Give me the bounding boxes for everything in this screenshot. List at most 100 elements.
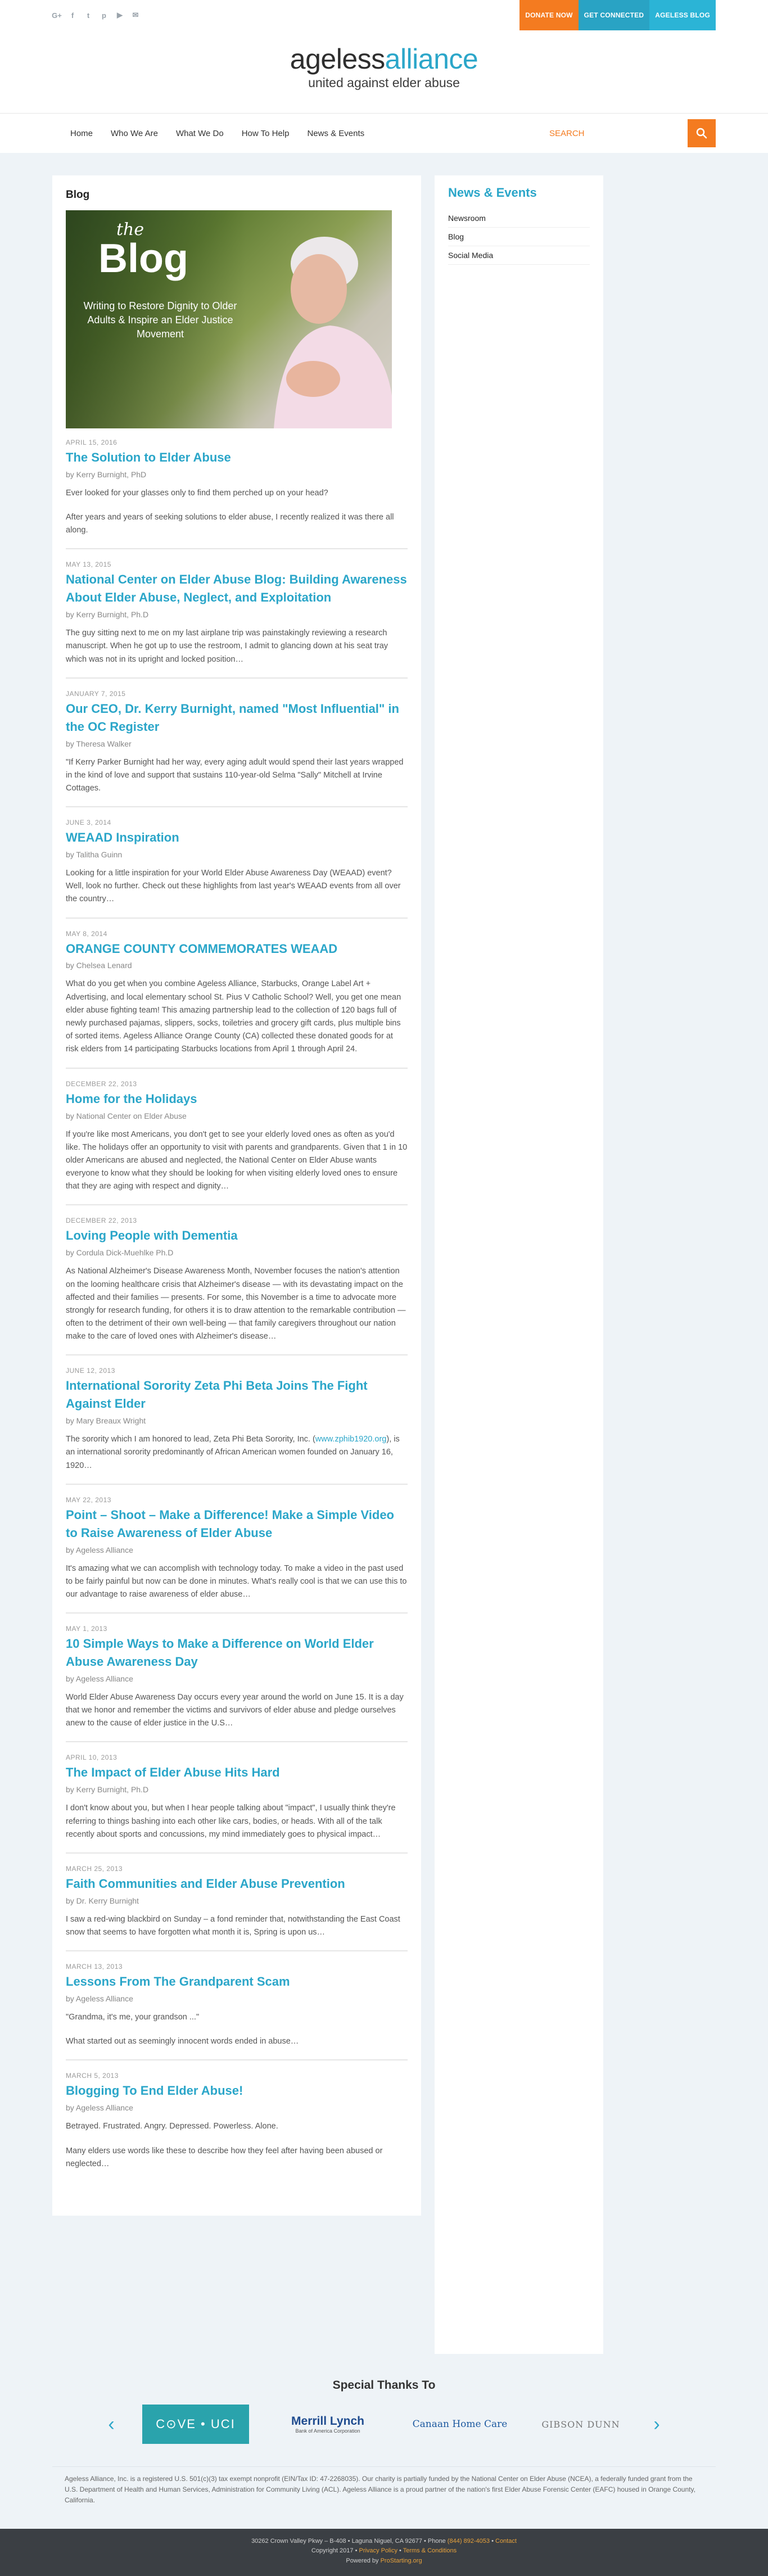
search-input[interactable] [541, 119, 688, 147]
pinterest-icon[interactable]: p [100, 11, 109, 20]
youtube-icon[interactable]: ▶ [115, 11, 124, 20]
sponsor-merrill-sub: Bank of America Corporation [295, 2428, 360, 2434]
post-excerpt: If you're like most Americans, you don't… [66, 1129, 408, 1191]
blog-content: Blog the Blog Writing to Restore Dignity… [52, 175, 421, 2216]
get-connected-button[interactable]: GET CONNECTED [578, 0, 650, 30]
footer-phone[interactable]: (844) 892-4053 [448, 2538, 490, 2545]
post-date: MARCH 5, 2013 [66, 2072, 119, 2080]
blog-post: MARCH 13, 2013 Lessons From The Grandpare… [66, 1963, 408, 2061]
post-title-link[interactable]: Point – Shoot – Make a Difference! Make … [66, 1506, 408, 1542]
post-date: MARCH 25, 2013 [66, 1864, 123, 1873]
footer-privacy-link[interactable]: Privacy Policy [359, 2547, 397, 2554]
nav-item-what-we-do[interactable]: What We Do [176, 129, 224, 138]
post-date: MAY 1, 2013 [66, 1625, 107, 1633]
post-author: by Ageless Alliance [66, 2103, 133, 2113]
hero-blog-text: Blog [98, 236, 188, 281]
post-excerpt: "If Kerry Parker Burnight had her way, e… [66, 757, 404, 793]
sidebar-item-social-media[interactable]: Social Media [448, 246, 590, 265]
post-date: MARCH 13, 2013 [66, 1963, 123, 1971]
site-logo[interactable]: agelessalliance [290, 43, 478, 75]
carousel-prev-icon[interactable]: ‹ [103, 2414, 120, 2435]
facebook-icon[interactable]: f [68, 11, 77, 20]
social-links: G+ f t p ▶ ✉ [52, 11, 140, 20]
footer-powered-link[interactable]: ProStarting.org [381, 2557, 422, 2564]
search-button[interactable] [688, 119, 716, 147]
email-icon[interactable]: ✉ [131, 11, 140, 20]
post-title-link[interactable]: The Impact of Elder Abuse Hits Hard [66, 1764, 408, 1782]
post-excerpt: "Grandma, it's me, your grandson ..." [66, 2013, 200, 2022]
post-title-link[interactable]: International Sorority Zeta Phi Beta Joi… [66, 1377, 408, 1413]
post-date: MAY 8, 2014 [66, 929, 107, 938]
footer-copyright: Copyright 2017 • [311, 2547, 358, 2555]
footer-address: 30262 Crown Valley Pkwy – B-408 • Laguna… [251, 2537, 446, 2545]
post-date: JUNE 12, 2013 [66, 1367, 115, 1375]
post-title-link[interactable]: Blogging To End Elder Abuse! [66, 2082, 408, 2100]
sidebar-item-newsroom[interactable]: Newsroom [448, 209, 590, 228]
post-date: JUNE 3, 2014 [66, 819, 111, 827]
post-title-link[interactable]: National Center on Elder Abuse Blog: Bui… [66, 571, 408, 607]
post-excerpt: I don't know about you, but when I hear … [66, 1804, 396, 1839]
post-title-link[interactable]: Our CEO, Dr. Kerry Burnight, named "Most… [66, 700, 408, 736]
google-plus-icon[interactable]: G+ [52, 11, 62, 20]
post-title-link[interactable]: Faith Communities and Elder Abuse Preven… [66, 1875, 408, 1893]
blog-post: MAY 13, 2015 National Center on Elder Abu… [66, 561, 408, 679]
post-author: by Kerry Burnight, PhD [66, 469, 147, 479]
post-title-link[interactable]: ORANGE COUNTY COMMEMORATES WEAAD [66, 940, 408, 958]
nav-item-who-we-are[interactable]: Who We Are [111, 129, 158, 138]
carousel-next-icon[interactable]: › [648, 2414, 665, 2435]
post-excerpt: I saw a red-wing blackbird on Sunday – a… [66, 1914, 400, 1937]
post-author: by Theresa Walker [66, 739, 132, 748]
hero-subtitle: Writing to Restore Dignity to Older Adul… [83, 300, 237, 340]
post-title-link[interactable]: Home for the Holidays [66, 1090, 408, 1108]
footer-terms-link[interactable]: Terms & Conditions [403, 2547, 457, 2554]
post-excerpt: Many elders use words like these to desc… [66, 2146, 383, 2168]
site-footer: 30262 Crown Valley Pkwy – B-408 • Laguna… [0, 2528, 768, 2576]
post-excerpt: Ever looked for your glasses only to fin… [66, 488, 328, 498]
post-title-link[interactable]: Lessons From The Grandparent Scam [66, 1973, 408, 1991]
post-author: by Ageless Alliance [66, 1994, 133, 2004]
nav-item-news-events[interactable]: News & Events [307, 129, 364, 138]
search-form [541, 119, 716, 147]
legal-disclaimer: Ageless Alliance, Inc. is a registered U… [52, 2466, 716, 2529]
blog-hero-image: the Blog Writing to Restore Dignity to O… [66, 210, 392, 428]
sponsor-logo-gibson-dunn[interactable]: GIBSON DUNN [536, 2405, 626, 2444]
post-author: by Cordula Dick-Muehlke Ph.D [66, 1248, 174, 1258]
blog-post: DECEMBER 22, 2013 Loving People with Deme… [66, 1217, 408, 1356]
post-author: by Kerry Burnight, Ph.D [66, 1785, 149, 1795]
post-author: by Mary Breaux Wright [66, 1416, 146, 1426]
post-excerpt: What do you get when you combine Ageless… [66, 979, 401, 1054]
post-author: by Chelsea Lenard [66, 961, 132, 970]
post-title-link[interactable]: 10 Simple Ways to Make a Difference on W… [66, 1635, 408, 1671]
top-bar: G+ f t p ▶ ✉ DONATE NOW GET CONNECTED AG… [0, 0, 768, 30]
main-nav: Home Who We Are What We Do How To Help N… [0, 113, 768, 153]
nav-item-home[interactable]: Home [70, 129, 93, 138]
post-date: MAY 13, 2015 [66, 561, 111, 569]
donate-now-button[interactable]: DONATE NOW [519, 0, 579, 30]
blog-post: MAY 1, 2013 10 Simple Ways to Make a Diff… [66, 1625, 408, 1743]
ageless-blog-button[interactable]: AGELESS BLOG [649, 0, 716, 30]
sponsor-logo-canaan[interactable]: Canaan Home Care [406, 2405, 513, 2444]
post-title-link[interactable]: WEAAD Inspiration [66, 829, 408, 847]
post-author: by Kerry Burnight, Ph.D [66, 610, 149, 620]
sponsor-logo-merrill-lynch[interactable]: Merrill Lynch Bank of America Corporatio… [272, 2405, 384, 2444]
blog-post: APRIL 15, 2016 The Solution to Elder Abus… [66, 439, 408, 550]
sidebar-item-blog[interactable]: Blog [448, 228, 590, 246]
post-excerpt-link[interactable]: www.zphib1920.org [315, 1435, 387, 1444]
post-excerpt: After years and years of seeking solutio… [66, 513, 394, 535]
post-date: JANUARY 7, 2015 [66, 689, 126, 698]
sponsor-logo-uci[interactable]: C⊙VE • UCI [142, 2405, 249, 2444]
post-excerpt-text: The sorority which I am honored to lead,… [66, 1435, 315, 1444]
logo-text-alliance: alliance [385, 43, 478, 75]
post-title-link[interactable]: The Solution to Elder Abuse [66, 449, 408, 467]
blog-post: MAY 8, 2014 ORANGE COUNTY COMMEMORATES WE… [66, 930, 408, 1069]
post-date: MAY 22, 2013 [66, 1495, 111, 1504]
footer-contact-link[interactable]: Contact [495, 2538, 517, 2545]
post-date: APRIL 15, 2016 [66, 439, 118, 446]
post-date: APRIL 10, 2013 [66, 1754, 118, 1762]
post-title-link[interactable]: Loving People with Dementia [66, 1227, 408, 1245]
twitter-icon[interactable]: t [84, 11, 93, 20]
nav-item-how-to-help[interactable]: How To Help [242, 129, 290, 138]
blog-post: APRIL 10, 2013 The Impact of Elder Abuse … [66, 1754, 408, 1854]
blog-post: MAY 22, 2013 Point – Shoot – Make a Diffe… [66, 1496, 408, 1614]
page-title: Blog [66, 189, 90, 201]
